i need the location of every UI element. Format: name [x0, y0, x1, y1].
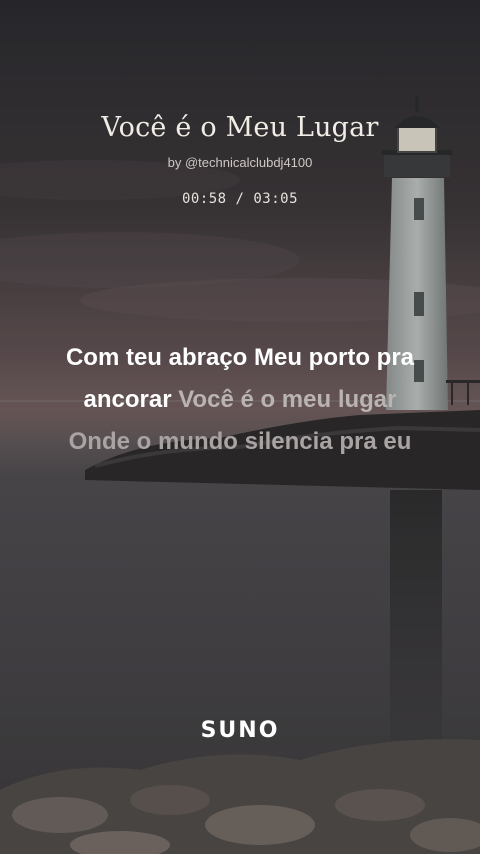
playback-time: 00:58 / 03:05 [181, 191, 299, 207]
lyrics-block: Com teu abraço Meu porto pra ancorar Voc… [20, 337, 460, 463]
lyric-line-3: Onde o mundo silencia pra eu [68, 428, 412, 455]
song-title: Você é o Meu Lugar [101, 112, 379, 143]
lyric-line-2-sung: ancorar [83, 386, 172, 413]
lyric-line-2-unsung: Você é o meu lugar [178, 386, 397, 413]
artist-byline: by @technicalclubdj4100 [167, 155, 313, 170]
lyric-line-2: ancorar Você é o meu lugar [20, 379, 460, 421]
lyric-line-1: Com teu abraço Meu porto pra [65, 344, 415, 371]
suno-logo: SUNO [200, 718, 280, 743]
player-screen: Você é o Meu Lugar by @technicalclubdj41… [0, 0, 480, 854]
